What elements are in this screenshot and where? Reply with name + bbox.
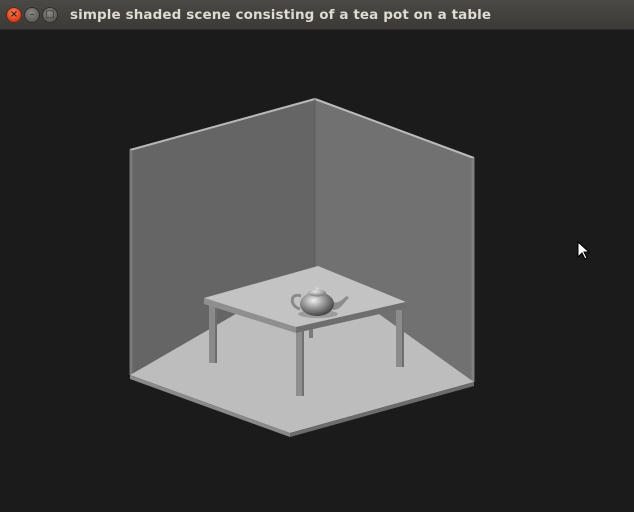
window-title: simple shaded scene consisting of a tea …	[70, 7, 492, 23]
title-bar[interactable]: × – □ simple shaded scene consisting of …	[0, 0, 634, 30]
table-leg-front-side	[302, 330, 304, 396]
window-controls: × – □	[6, 7, 58, 23]
maximize-button[interactable]: □	[42, 7, 58, 23]
close-icon: ×	[9, 9, 19, 20]
mouse-pointer-icon	[577, 241, 591, 260]
table-leg-left-side	[215, 305, 217, 363]
close-button[interactable]: ×	[6, 7, 22, 23]
minimize-button[interactable]: –	[24, 7, 40, 23]
application-window: × – □ simple shaded scene consisting of …	[0, 0, 634, 508]
scene-render	[129, 98, 475, 437]
maximize-icon: □	[45, 9, 55, 20]
render-canvas[interactable]	[0, 30, 634, 508]
minimize-icon: –	[29, 9, 35, 20]
table-leg-right	[396, 310, 402, 367]
table-leg-right-side	[402, 310, 404, 367]
table-leg-left	[209, 305, 215, 363]
table-leg-front	[296, 330, 302, 396]
